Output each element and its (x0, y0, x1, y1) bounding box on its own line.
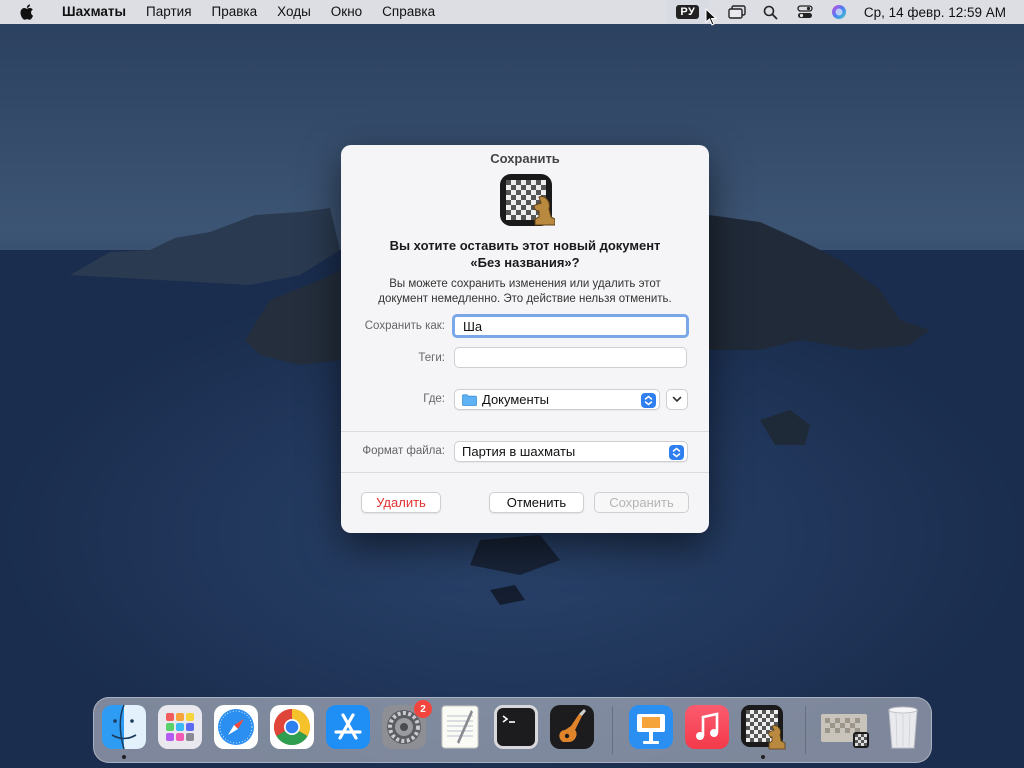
dock-separator (612, 706, 613, 754)
save-button[interactable]: Сохранить (594, 492, 689, 513)
chrome-icon[interactable] (269, 704, 315, 750)
app-store-icon[interactable] (325, 704, 371, 750)
heading-line-1: Вы хотите оставить этот новый документ (389, 238, 661, 253)
music-icon[interactable] (684, 704, 730, 750)
where-label: Где: (423, 393, 445, 405)
tags-label: Теги: (418, 352, 445, 364)
format-label: Формат файла: (362, 445, 445, 457)
delete-button[interactable]: Удалить (361, 492, 441, 513)
input-source-label: РУ (676, 5, 700, 19)
launchpad-icon[interactable] (157, 704, 203, 750)
dialog-heading: Вы хотите оставить этот новый документ «… (361, 237, 689, 271)
mouse-pointer-icon (705, 8, 717, 26)
running-indicator (761, 755, 765, 759)
where-popup[interactable]: Документы (454, 389, 660, 410)
folder-icon (462, 393, 477, 406)
expand-browser-button[interactable] (666, 389, 688, 410)
menu-game[interactable]: Партия (136, 0, 201, 24)
dialog-title: Сохранить (490, 151, 560, 166)
info-line-1: Вы можете сохранить изменения или удалит… (389, 278, 661, 290)
format-stepper-icon (669, 445, 684, 460)
dock-separator (805, 706, 806, 754)
format-value: Партия в шахматы (462, 444, 576, 459)
chess-app-icon (500, 174, 555, 226)
separator (341, 431, 709, 432)
chevron-down-icon (672, 396, 682, 403)
control-center-icon[interactable] (795, 2, 815, 22)
running-indicator (122, 755, 126, 759)
save-dialog: Сохранить Вы хотите оставить этот новый … (341, 145, 709, 533)
siri-icon[interactable] (829, 2, 849, 22)
terminal-icon[interactable] (493, 704, 539, 750)
menu-app-name[interactable]: Шахматы (52, 0, 136, 24)
spotlight-search-icon[interactable] (761, 2, 781, 22)
where-stepper-icon (641, 393, 656, 408)
minimized-window-thumbnail[interactable] (819, 704, 871, 750)
menu-help[interactable]: Справка (372, 0, 445, 24)
dock: 2 (93, 697, 932, 763)
dialog-info-text: Вы можете сохранить изменения или удалит… (361, 277, 689, 306)
apple-menu-icon[interactable] (18, 3, 36, 21)
save-as-label: Сохранить как: (364, 320, 445, 332)
trash-icon[interactable] (880, 704, 926, 750)
tags-input[interactable] (454, 347, 687, 368)
info-line-2: документ немедленно. Это действие нельзя… (378, 292, 672, 305)
heading-line-2: «Без названия»? (470, 255, 580, 270)
separator (341, 472, 709, 473)
finder-icon[interactable] (101, 704, 147, 750)
format-popup[interactable]: Партия в шахматы (454, 441, 688, 462)
menubar-clock[interactable]: Ср, 14 февр. 12:59 AM (864, 5, 1006, 20)
cancel-button[interactable]: Отменить (489, 492, 584, 513)
garageband-icon[interactable] (549, 704, 595, 750)
menu-bar: Шахматы Партия Правка Ходы Окно Справка … (0, 0, 1024, 24)
menu-window[interactable]: Окно (321, 0, 372, 24)
menu-edit[interactable]: Правка (202, 0, 268, 24)
notification-badge: 2 (414, 700, 432, 718)
textedit-icon[interactable] (437, 704, 483, 750)
menu-moves[interactable]: Ходы (267, 0, 321, 24)
safari-icon[interactable] (213, 704, 259, 750)
input-source-menu[interactable]: РУ (665, 0, 710, 24)
keynote-icon[interactable] (628, 704, 674, 750)
where-value: Документы (482, 392, 550, 407)
save-as-input[interactable]: Ша (452, 314, 689, 338)
screen-mirroring-icon[interactable] (727, 2, 747, 22)
chess-icon[interactable] (740, 704, 786, 750)
